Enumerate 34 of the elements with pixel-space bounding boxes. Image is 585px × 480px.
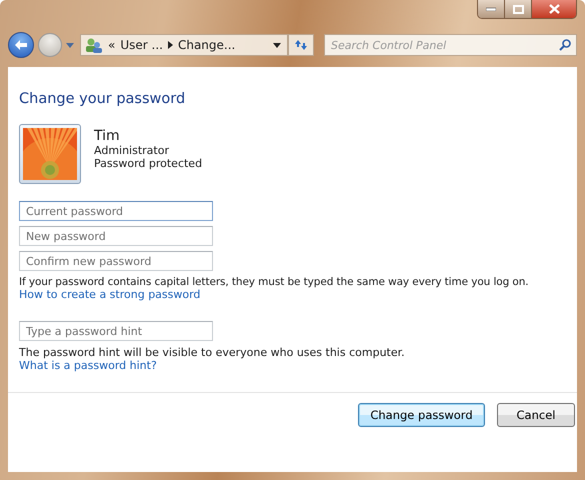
page-title: Change your password bbox=[19, 91, 186, 107]
refresh-button[interactable] bbox=[288, 34, 314, 56]
strong-password-link[interactable]: How to create a strong password bbox=[19, 288, 200, 301]
breadcrumb-item[interactable]: Change... bbox=[178, 38, 236, 52]
close-icon bbox=[548, 4, 560, 14]
hint-visibility-note: The password hint will be visible to everyone who uses this computer. bbox=[19, 346, 406, 359]
history-dropdown[interactable] bbox=[66, 42, 74, 48]
capital-letters-note: If your password contains capital letters, they must be typed the same way every time you log on. bbox=[19, 276, 530, 288]
search-icon[interactable] bbox=[559, 39, 571, 51]
address-bar[interactable]: « User ... Change... bbox=[80, 34, 288, 56]
dropdown-caret-icon[interactable] bbox=[273, 42, 281, 48]
minimize-button[interactable] bbox=[478, 0, 505, 18]
close-button[interactable] bbox=[532, 0, 576, 18]
breadcrumb-overflow[interactable]: « bbox=[108, 38, 116, 52]
refresh-icon bbox=[294, 39, 308, 51]
separator-arrow-icon bbox=[168, 41, 173, 49]
password-hint-link[interactable]: What is a password hint? bbox=[19, 359, 157, 372]
password-field[interactable]: Confirm new password bbox=[19, 251, 213, 271]
back-arrow-icon bbox=[14, 39, 28, 51]
users-icon bbox=[85, 37, 103, 53]
cancel-button[interactable]: Cancel bbox=[497, 403, 575, 427]
password-field[interactable]: Current password bbox=[19, 201, 213, 221]
maximize-icon bbox=[512, 4, 524, 14]
account-type: Administrator bbox=[94, 144, 170, 157]
search-field[interactable]: Search Control Panel bbox=[324, 34, 577, 56]
password-hint-field[interactable]: Type a password hint bbox=[19, 321, 213, 341]
back-button[interactable] bbox=[8, 32, 34, 58]
maximize-button[interactable] bbox=[505, 0, 532, 18]
account-name: Tim bbox=[94, 128, 121, 144]
password-field[interactable]: New password bbox=[19, 226, 213, 246]
account-status: Password protected bbox=[94, 157, 202, 170]
change-password-button[interactable]: Change password bbox=[358, 403, 485, 427]
breadcrumb-item[interactable]: User ... bbox=[120, 38, 163, 52]
minimize-icon bbox=[486, 7, 496, 11]
